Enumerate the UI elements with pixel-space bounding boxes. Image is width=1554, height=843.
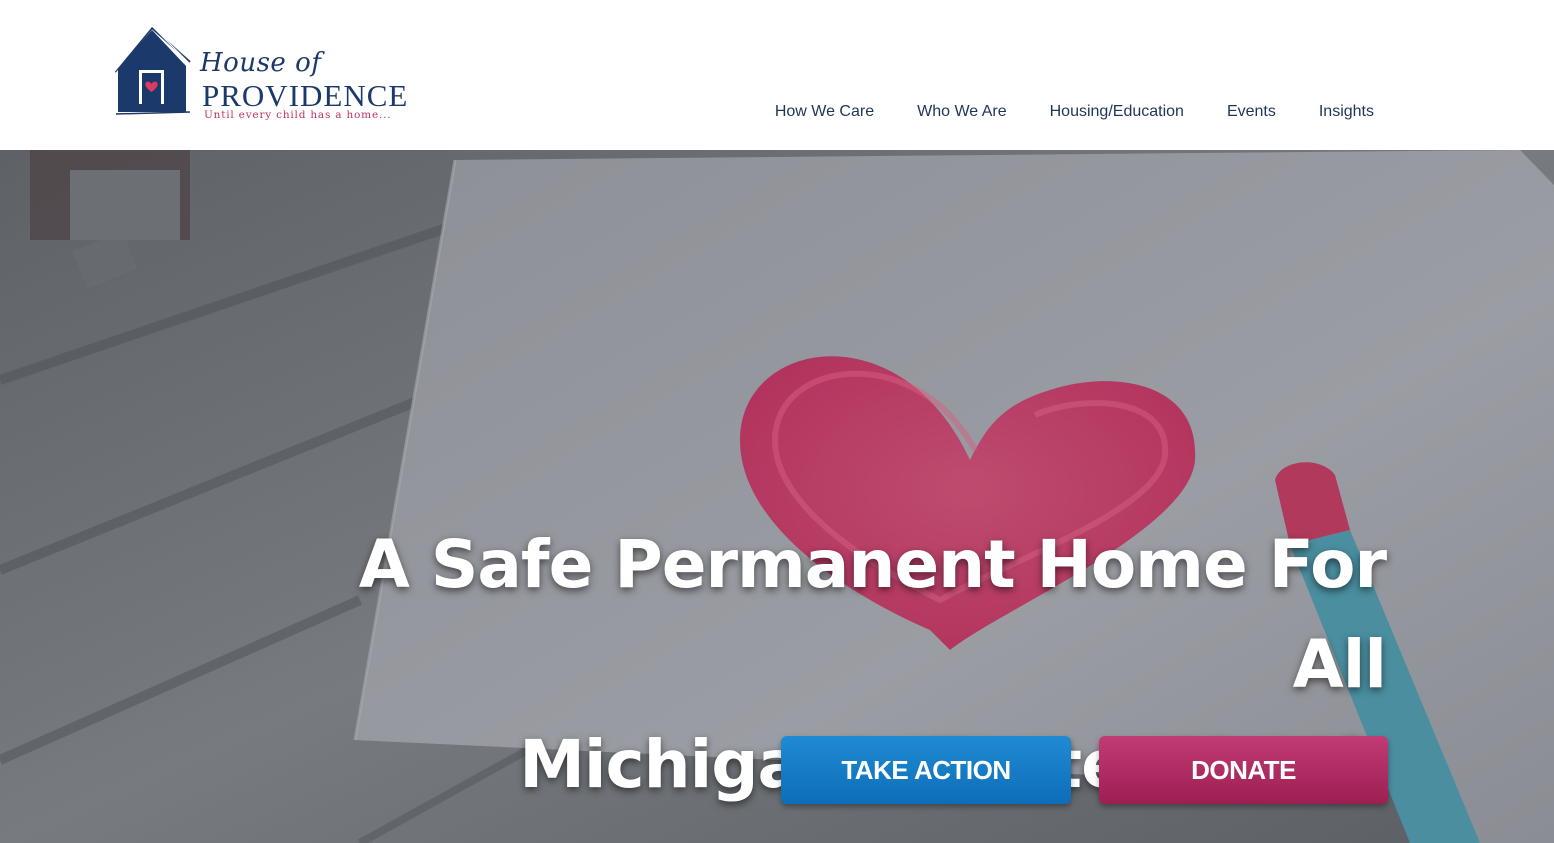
site-header: House of PROVIDENCE Until every child ha… (0, 0, 1554, 150)
nav-insights[interactable]: Insights (1319, 103, 1374, 121)
hero-section: A Safe Permanent Home For All Michigan's… (0, 150, 1554, 843)
site-logo[interactable]: House of PROVIDENCE Until every child ha… (112, 22, 412, 128)
take-action-button[interactable]: TAKE ACTION (781, 736, 1071, 804)
house-logo-icon (113, 25, 191, 115)
main-nav: How We Care Who We Are Housing/Education… (775, 103, 1374, 121)
nav-events[interactable]: Events (1227, 103, 1276, 121)
donate-button[interactable]: DONATE (1099, 736, 1388, 804)
hero-title-line1: A Safe Permanent Home For All (358, 526, 1387, 703)
logo-script-text: House of (200, 48, 322, 78)
nav-how-we-care[interactable]: How We Care (775, 103, 874, 121)
nav-who-we-are[interactable]: Who We Are (917, 103, 1007, 121)
logo-tagline: Until every child has a home... (204, 109, 392, 121)
nav-housing-education[interactable]: Housing/Education (1050, 103, 1184, 121)
